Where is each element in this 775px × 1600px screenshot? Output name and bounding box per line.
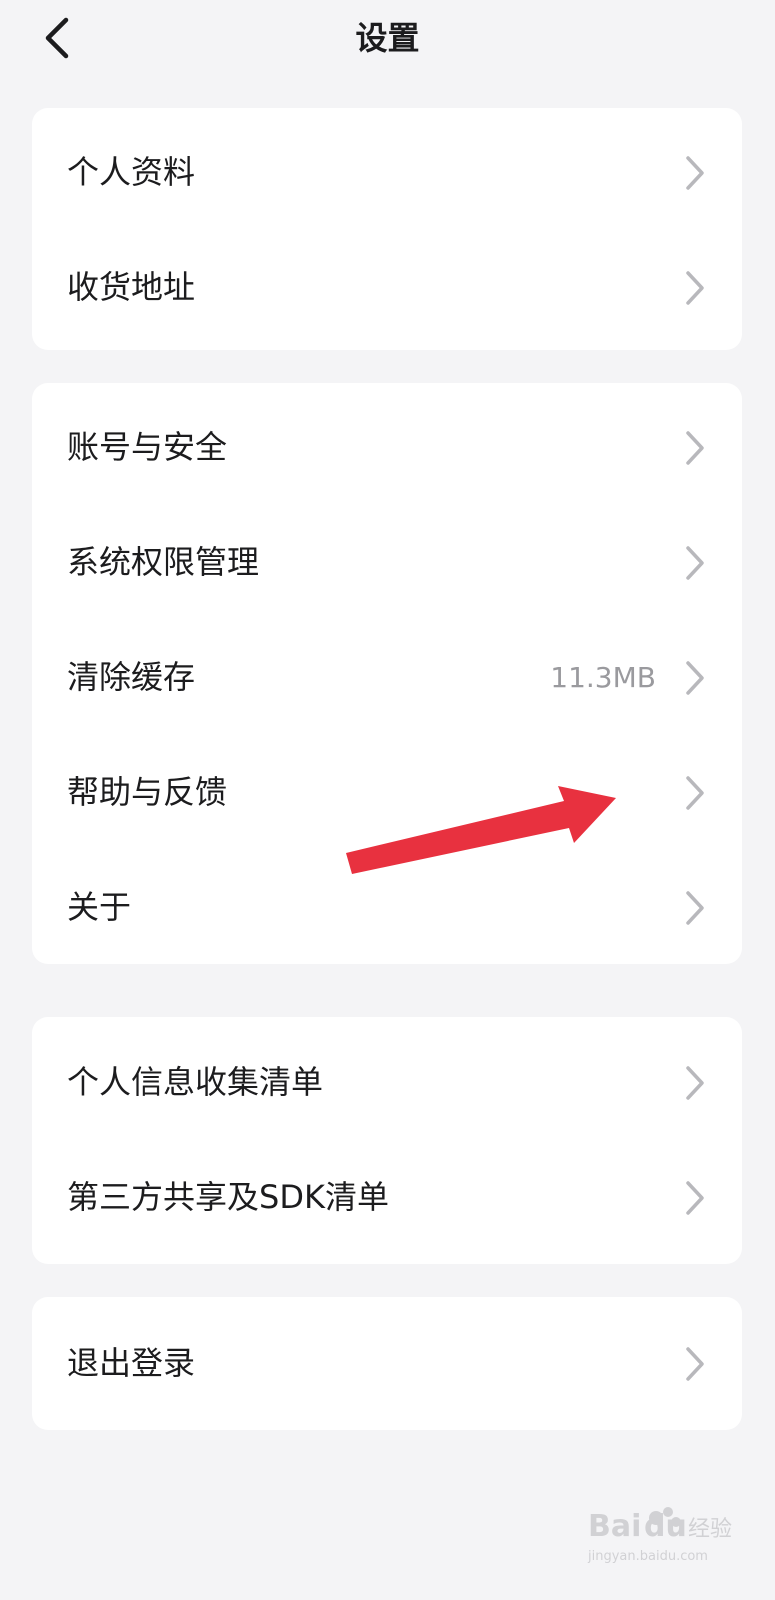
settings-row-label: 账号与安全 [67, 428, 228, 466]
settings-row-third-party-sdk[interactable]: 第三方共享及SDK清单 [32, 1140, 742, 1255]
cache-size-value: 11.3MB [550, 661, 656, 694]
settings-row-logout[interactable]: 退出登录 [32, 1306, 742, 1421]
settings-row-help-feedback[interactable]: 帮助与反馈 [32, 735, 742, 850]
chevron-right-icon [684, 545, 706, 581]
chevron-right-icon [684, 890, 706, 926]
settings-row-label: 帮助与反馈 [67, 773, 228, 811]
settings-row-label: 清除缓存 [67, 658, 196, 696]
settings-row-label: 第三方共享及SDK清单 [67, 1178, 389, 1216]
svg-text:经验: 经验 [688, 1517, 732, 1542]
chevron-right-icon [684, 660, 706, 696]
settings-row-personal-data-list[interactable]: 个人信息收集清单 [32, 1025, 742, 1140]
settings-row-label: 个人资料 [67, 153, 196, 191]
settings-row-label: 退出登录 [67, 1344, 196, 1382]
settings-row-shipping-address[interactable]: 收货地址 [32, 230, 742, 345]
baidu-watermark-logo: Bai du 经验 jingyan.baidu.com [587, 1507, 732, 1564]
settings-row-system-permissions[interactable]: 系统权限管理 [32, 505, 742, 620]
settings-group-account: 账号与安全 系统权限管理 清除缓存 11.3MB 帮助与反馈 关于 [32, 383, 742, 964]
svg-text:jingyan.baidu.com: jingyan.baidu.com [587, 1549, 708, 1564]
page-title: 设置 [355, 19, 420, 57]
header-bar: 设置 [0, 0, 775, 80]
settings-row-account-security[interactable]: 账号与安全 [32, 390, 742, 505]
settings-row-label: 系统权限管理 [67, 543, 260, 581]
settings-group-privacy: 个人信息收集清单 第三方共享及SDK清单 [32, 1017, 742, 1264]
chevron-right-icon [684, 155, 706, 191]
settings-row-label: 个人信息收集清单 [67, 1063, 324, 1101]
chevron-right-icon [684, 1180, 706, 1216]
settings-row-about[interactable]: 关于 [32, 850, 742, 964]
svg-text:du: du [644, 1509, 687, 1544]
settings-row-label: 关于 [67, 888, 132, 926]
settings-row-label: 收货地址 [67, 268, 196, 306]
chevron-right-icon [684, 775, 706, 811]
settings-group-profile: 个人资料 收货地址 [32, 108, 742, 350]
chevron-right-icon [684, 270, 706, 306]
settings-row-clear-cache[interactable]: 清除缓存 11.3MB [32, 620, 742, 735]
chevron-right-icon [684, 1065, 706, 1101]
settings-row-personal-info[interactable]: 个人资料 [32, 115, 742, 230]
chevron-right-icon [684, 430, 706, 466]
settings-group-logout: 退出登录 [32, 1297, 742, 1430]
svg-text:Bai: Bai [588, 1509, 641, 1544]
chevron-right-icon [684, 1346, 706, 1382]
